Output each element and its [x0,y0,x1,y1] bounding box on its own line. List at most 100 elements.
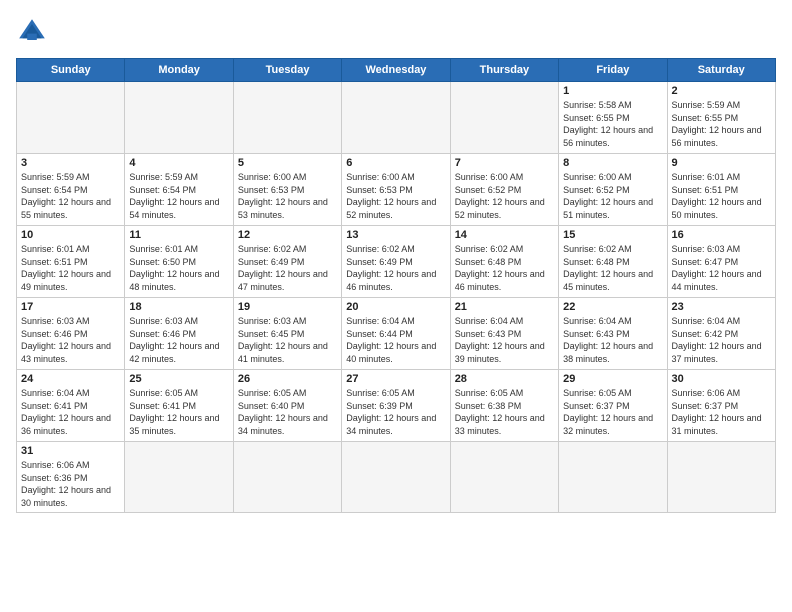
calendar-cell: 20Sunrise: 6:04 AM Sunset: 6:44 PM Dayli… [342,298,450,370]
day-of-week-tuesday: Tuesday [233,59,341,82]
day-of-week-friday: Friday [559,59,667,82]
day-number: 28 [455,373,554,385]
day-info: Sunrise: 6:03 AM Sunset: 6:46 PM Dayligh… [129,315,228,365]
calendar-cell: 28 Sunrise: 6:05 AM Sunset: 6:38 PM Dayli… [450,370,558,442]
calendar-cell [17,82,125,154]
day-of-week-monday: Monday [125,59,233,82]
calendar-cell: 8 Sunrise: 6:00 AM Sunset: 6:52 PM Daylig… [559,154,667,226]
day-number: 24 [21,373,120,385]
calendar-cell: 5 Sunrise: 6:00 AM Sunset: 6:53 PM Daylig… [233,154,341,226]
day-number: 6 [346,157,445,169]
day-number: 23 [672,301,771,313]
calendar-cell: 2 Sunrise: 5:59 AM Sunset: 6:55 PM Daylig… [667,82,775,154]
calendar-cell [233,442,341,513]
calendar-cell: 7Sunrise: 6:00 AM Sunset: 6:52 PM Daylig… [450,154,558,226]
day-info: Sunrise: 6:06 AM Sunset: 6:36 PM Dayligh… [21,459,120,509]
day-number: 12 [238,229,337,241]
day-info: Sunrise: 6:05 AM Sunset: 6:41 PM Dayligh… [129,387,228,437]
day-number: 4 [129,157,228,169]
day-info: Sunrise: 6:00 AM Sunset: 6:53 PM Dayligh… [238,171,337,221]
day-number: 10 [21,229,120,241]
day-info: Sunrise: 6:04 AM Sunset: 6:42 PM Dayligh… [672,315,771,365]
calendar-cell: 29 Sunrise: 6:05 AM Sunset: 6:37 PM Dayli… [559,370,667,442]
day-info: Sunrise: 6:04 AM Sunset: 6:43 PM Dayligh… [455,315,554,365]
calendar-cell: 10 Sunrise: 6:01 AM Sunset: 6:51 PM Dayli… [17,226,125,298]
day-info: Sunrise: 6:00 AM Sunset: 6:52 PM Dayligh… [455,171,554,221]
day-info: Sunrise: 6:02 AM Sunset: 6:48 PM Dayligh… [455,243,554,293]
day-info: Sunrise: 6:04 AM Sunset: 6:43 PM Dayligh… [563,315,662,365]
day-number: 3 [21,157,120,169]
calendar-cell [233,82,341,154]
calendar-cell: 12 Sunrise: 6:02 AM Sunset: 6:49 PM Dayli… [233,226,341,298]
day-number: 17 [21,301,120,313]
day-of-week-thursday: Thursday [450,59,558,82]
day-number: 21 [455,301,554,313]
day-of-week-sunday: Sunday [17,59,125,82]
day-number: 22 [563,301,662,313]
day-of-week-wednesday: Wednesday [342,59,450,82]
calendar-cell [342,82,450,154]
calendar-week-row: 17 Sunrise: 6:03 AM Sunset: 6:46 PM Dayli… [17,298,776,370]
calendar-cell: 18Sunrise: 6:03 AM Sunset: 6:46 PM Dayli… [125,298,233,370]
day-number: 1 [563,85,662,97]
calendar-cell: 14 Sunrise: 6:02 AM Sunset: 6:48 PM Dayli… [450,226,558,298]
day-number: 14 [455,229,554,241]
day-number: 2 [672,85,771,97]
calendar-cell: 4 Sunrise: 5:59 AM Sunset: 6:54 PM Daylig… [125,154,233,226]
calendar-cell: 16 Sunrise: 6:03 AM Sunset: 6:47 PM Dayli… [667,226,775,298]
calendar-cell: 22 Sunrise: 6:04 AM Sunset: 6:43 PM Dayli… [559,298,667,370]
calendar-cell: 6 Sunrise: 6:00 AM Sunset: 6:53 PM Daylig… [342,154,450,226]
logo-icon [16,16,48,48]
day-number: 29 [563,373,662,385]
calendar-cell [450,442,558,513]
calendar-week-row: 24 Sunrise: 6:04 AM Sunset: 6:41 PM Dayli… [17,370,776,442]
header [16,16,776,48]
day-info: Sunrise: 6:03 AM Sunset: 6:45 PM Dayligh… [238,315,337,365]
calendar-cell [125,82,233,154]
day-info: Sunrise: 6:00 AM Sunset: 6:52 PM Dayligh… [563,171,662,221]
calendar-header-row: SundayMondayTuesdayWednesdayThursdayFrid… [17,59,776,82]
calendar-week-row: 1 Sunrise: 5:58 AM Sunset: 6:55 PM Daylig… [17,82,776,154]
calendar-cell: 23 Sunrise: 6:04 AM Sunset: 6:42 PM Dayli… [667,298,775,370]
day-info: Sunrise: 6:01 AM Sunset: 6:50 PM Dayligh… [129,243,228,293]
calendar-cell: 9 Sunrise: 6:01 AM Sunset: 6:51 PM Daylig… [667,154,775,226]
day-info: Sunrise: 6:01 AM Sunset: 6:51 PM Dayligh… [672,171,771,221]
day-info: Sunrise: 6:02 AM Sunset: 6:48 PM Dayligh… [563,243,662,293]
day-number: 16 [672,229,771,241]
calendar-cell: 24 Sunrise: 6:04 AM Sunset: 6:41 PM Dayli… [17,370,125,442]
day-info: Sunrise: 6:04 AM Sunset: 6:41 PM Dayligh… [21,387,120,437]
day-number: 5 [238,157,337,169]
day-info: Sunrise: 6:03 AM Sunset: 6:47 PM Dayligh… [672,243,771,293]
day-number: 13 [346,229,445,241]
calendar-cell: 1 Sunrise: 5:58 AM Sunset: 6:55 PM Daylig… [559,82,667,154]
day-number: 9 [672,157,771,169]
calendar: SundayMondayTuesdayWednesdayThursdayFrid… [16,58,776,513]
calendar-cell: 17Sunrise: 6:03 AM Sunset: 6:46 PM Dayli… [17,298,125,370]
calendar-cell [667,442,775,513]
day-info: Sunrise: 5:58 AM Sunset: 6:55 PM Dayligh… [563,99,662,149]
day-info: Sunrise: 6:02 AM Sunset: 6:49 PM Dayligh… [238,243,337,293]
calendar-cell: 30Sunrise: 6:06 AM Sunset: 6:37 PM Dayli… [667,370,775,442]
calendar-cell: 11Sunrise: 6:01 AM Sunset: 6:50 PM Dayli… [125,226,233,298]
calendar-week-row: 31Sunrise: 6:06 AM Sunset: 6:36 PM Dayli… [17,442,776,513]
day-number: 8 [563,157,662,169]
calendar-cell: 21 Sunrise: 6:04 AM Sunset: 6:43 PM Dayli… [450,298,558,370]
day-info: Sunrise: 6:04 AM Sunset: 6:44 PM Dayligh… [346,315,445,365]
day-info: Sunrise: 6:05 AM Sunset: 6:37 PM Dayligh… [563,387,662,437]
calendar-cell: 19 Sunrise: 6:03 AM Sunset: 6:45 PM Dayli… [233,298,341,370]
day-info: Sunrise: 6:05 AM Sunset: 6:39 PM Dayligh… [346,387,445,437]
day-of-week-saturday: Saturday [667,59,775,82]
day-number: 19 [238,301,337,313]
calendar-cell: 31Sunrise: 6:06 AM Sunset: 6:36 PM Dayli… [17,442,125,513]
day-info: Sunrise: 6:05 AM Sunset: 6:38 PM Dayligh… [455,387,554,437]
day-info: Sunrise: 5:59 AM Sunset: 6:55 PM Dayligh… [672,99,771,149]
day-info: Sunrise: 5:59 AM Sunset: 6:54 PM Dayligh… [21,171,120,221]
day-number: 30 [672,373,771,385]
day-info: Sunrise: 6:01 AM Sunset: 6:51 PM Dayligh… [21,243,120,293]
day-info: Sunrise: 6:00 AM Sunset: 6:53 PM Dayligh… [346,171,445,221]
day-info: Sunrise: 5:59 AM Sunset: 6:54 PM Dayligh… [129,171,228,221]
calendar-cell [559,442,667,513]
day-number: 25 [129,373,228,385]
day-number: 15 [563,229,662,241]
calendar-cell: 3 Sunrise: 5:59 AM Sunset: 6:54 PM Daylig… [17,154,125,226]
